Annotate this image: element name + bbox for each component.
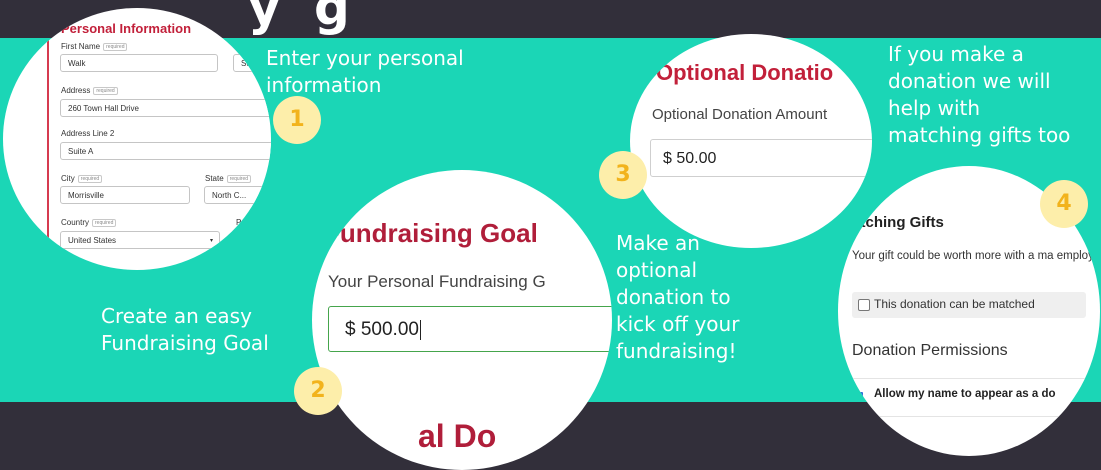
step3-badge: 3: [599, 151, 647, 199]
fundraising-goal-title: Fundraising Goal: [324, 218, 538, 248]
divider: [838, 416, 1100, 417]
last-name-label: L: [235, 42, 240, 51]
form-accent-line: [47, 24, 49, 270]
address-line2-field[interactable]: Suite A: [60, 142, 271, 160]
matching-checkbox-label: This donation can be matched: [874, 297, 1035, 311]
step1-badge: 1: [273, 96, 321, 144]
city-field[interactable]: Morrisville: [60, 186, 190, 204]
first-name-field[interactable]: Walk: [60, 54, 218, 72]
step3-caption: Make an optional donation to kick off yo…: [616, 231, 740, 363]
optional-donation-circle: Optional Donatio Optional Donation Amoun…: [630, 34, 872, 248]
optional-donation-label: Optional Donation Amount: [652, 106, 828, 123]
step4-caption: If you make a donation we will help with…: [888, 42, 1071, 147]
address-line2-label: Address Line 2: [61, 129, 115, 138]
matching-gifts-title: latching Gifts: [848, 214, 944, 231]
allow-name-label: Allow my name to appear as a do: [874, 388, 1056, 400]
step2-badge: 2: [294, 367, 342, 415]
address-label: Address required: [61, 86, 118, 95]
step2-caption: Create an easy Fundraising Goal: [101, 304, 269, 355]
allow-name-checkbox[interactable]: [854, 392, 863, 401]
optional-donation-input[interactable]: $ 50.00: [650, 139, 872, 177]
fundraising-goal-input[interactable]: $ 500.00: [328, 306, 612, 352]
state-field[interactable]: North C...: [204, 186, 271, 204]
zip-label: P: [236, 218, 242, 227]
text-cursor: [419, 319, 421, 340]
personal-info-title: Personal Information: [61, 21, 192, 36]
country-label: Country required: [61, 218, 117, 227]
city-label: City required: [61, 174, 103, 183]
footer-fragment: al Do: [418, 418, 497, 454]
fundraising-goal-label: Your Personal Fundraising G: [328, 272, 546, 291]
personal-info-circle: Personal Information First Name required …: [3, 8, 271, 270]
step1-caption: Enter your personal information: [266, 46, 464, 97]
matching-checkbox[interactable]: [858, 299, 870, 311]
chevron-down-icon: ▾: [209, 238, 213, 244]
matching-checkbox-row[interactable]: This donation can be matched: [852, 292, 1086, 318]
donation-permissions-title: Donation Permissions: [852, 342, 1008, 359]
first-name-label: First Name required: [61, 42, 128, 51]
step4-badge: 4: [1040, 180, 1088, 228]
divider: [838, 378, 1100, 379]
matching-gifts-text: Your gift could be worth more with a ma …: [852, 250, 1100, 262]
state-label: State required: [205, 174, 252, 183]
address-field[interactable]: 260 Town Hall Drive: [60, 99, 271, 117]
optional-donation-title: Optional Donatio: [656, 60, 834, 85]
country-select[interactable]: United States ▾: [60, 231, 220, 249]
